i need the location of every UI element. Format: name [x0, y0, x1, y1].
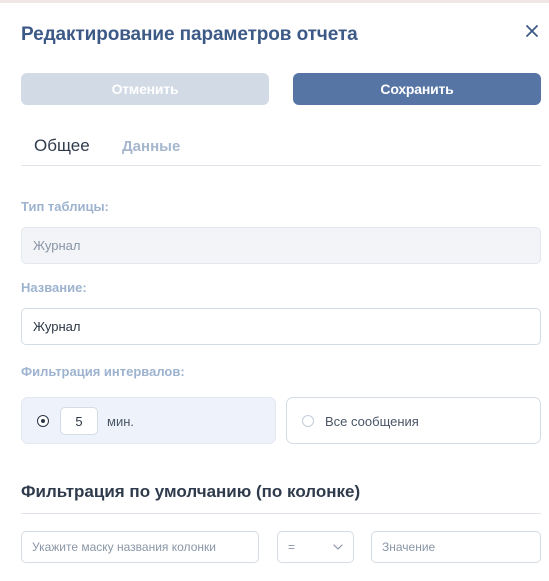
default-filter-heading: Фильтрация по умолчанию (по колонке)	[21, 482, 361, 501]
close-icon[interactable]	[522, 21, 542, 41]
radio-selected[interactable]	[37, 415, 49, 427]
value-input[interactable]: Значение	[371, 531, 541, 563]
interval-minutes-option[interactable]: 5 мин.	[21, 397, 276, 444]
column-mask-input[interactable]: Укажите маску названия колонки	[21, 531, 259, 563]
name-field[interactable]: Журнал	[21, 308, 541, 345]
top-border	[0, 0, 549, 3]
interval-filter-label: Фильтрация интервалов:	[21, 364, 185, 379]
operator-select[interactable]: =	[277, 531, 354, 563]
minutes-input[interactable]: 5	[60, 407, 98, 435]
tab-general[interactable]: Общее	[34, 136, 90, 156]
table-type-label: Тип таблицы:	[21, 199, 109, 214]
all-messages-label: Все сообщения	[325, 414, 419, 429]
cancel-button[interactable]: Отменить	[21, 73, 269, 105]
table-type-field: Журнал	[21, 227, 541, 264]
all-messages-option[interactable]: Все сообщения	[286, 397, 541, 444]
dialog-title: Редактирование параметров отчета	[21, 24, 358, 45]
minutes-unit: мин.	[107, 414, 134, 429]
radio-unselected[interactable]	[302, 415, 314, 427]
chevron-down-icon	[333, 544, 343, 550]
tab-data[interactable]: Данные	[122, 138, 180, 155]
save-button[interactable]: Сохранить	[293, 73, 541, 105]
tabs-divider	[21, 165, 541, 166]
name-label: Название:	[21, 280, 87, 295]
operator-value: =	[288, 540, 296, 554]
section-divider	[21, 513, 541, 514]
